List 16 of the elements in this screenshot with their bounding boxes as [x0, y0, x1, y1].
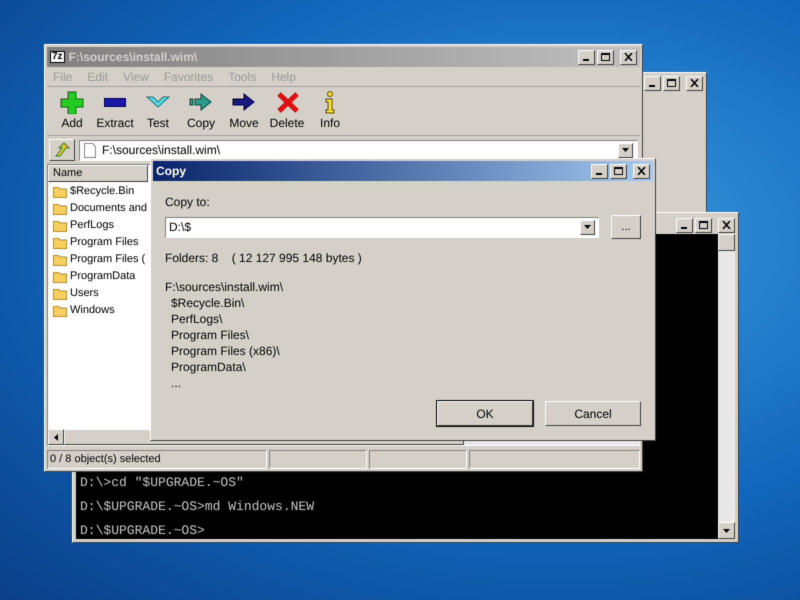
- field-label: Copy to:: [165, 194, 211, 211]
- path-text: ProgramData\: [170, 359, 247, 375]
- console-line: D:\>cd "$UPGRADE.~OS": [80, 475, 245, 491]
- summary-text: Folders: 8 ( 12 127 995 148 bytes ): [165, 250, 363, 267]
- window-title: F:\sources\install.wim\: [68, 49, 198, 66]
- path-text: ...: [170, 375, 182, 391]
- path-text: PerfLogs\: [170, 311, 224, 327]
- console-line: D:\$UPGRADE.~OS>md Windows.NEW: [80, 499, 316, 515]
- path-text: $Recycle.Bin\: [170, 295, 246, 311]
- status-text: 0 / 8 object(s) selected: [47, 450, 267, 469]
- console-line: D:\$UPGRADE.~OS>: [80, 523, 206, 539]
- app-logo: 7z: [50, 51, 65, 63]
- path-text: F:\sources\install.wim\: [165, 279, 284, 295]
- window-title: Copy: [156, 163, 187, 180]
- path-text: Program Files (x86)\: [170, 343, 281, 359]
- path-text: Program Files\: [170, 327, 250, 343]
